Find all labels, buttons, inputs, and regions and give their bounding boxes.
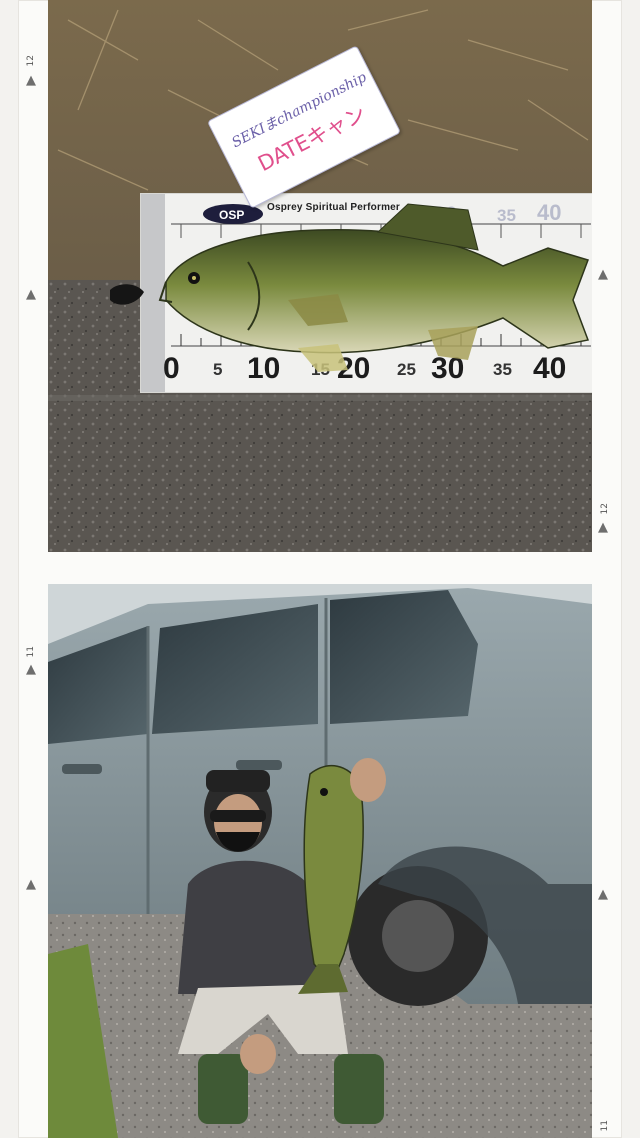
triangle-marker-icon: ▲ <box>26 877 36 892</box>
angler-scene <box>48 584 592 1138</box>
film-strip: 12 ▲ ▲ ▲ 12 ▲ 11 ▲ ▲ ▲ 11 OSP Osprey Spi… <box>18 0 622 1138</box>
triangle-marker-icon: ▲ <box>598 887 608 902</box>
frame-number-top-right: 12 <box>600 503 610 515</box>
photo-angler-with-bass <box>48 584 592 1138</box>
frame-number-bottom-left: 11 <box>26 646 36 658</box>
frame-number-top-left: 12 <box>26 55 36 67</box>
photo-fish-on-ruler: OSP Osprey Spiritual Performer 30 35 40 … <box>48 0 592 552</box>
triangle-marker-icon: ▲ <box>26 73 36 88</box>
triangle-marker-icon: ▲ <box>598 520 608 535</box>
frame-number-bottom-right: 11 <box>600 1120 610 1132</box>
triangle-marker-icon: ▲ <box>598 267 608 282</box>
triangle-marker-icon: ▲ <box>26 287 36 302</box>
triangle-marker-icon: ▲ <box>26 662 36 677</box>
